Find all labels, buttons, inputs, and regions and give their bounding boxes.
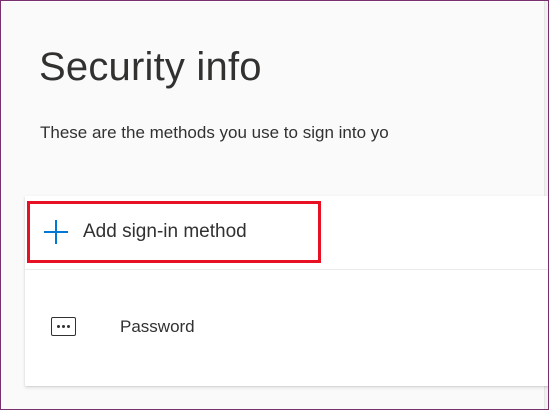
password-dot: [67, 325, 70, 328]
add-sign-in-method-button[interactable]: Add sign-in method: [27, 201, 321, 263]
password-dot: [62, 325, 65, 328]
password-method-row: Password: [25, 271, 548, 383]
card-divider: [25, 269, 548, 270]
security-info-window: Security info These are the methods you …: [0, 0, 549, 410]
add-sign-in-method-label: Add sign-in method: [83, 221, 247, 242]
password-method-label: Password: [120, 317, 195, 336]
password-dot: [57, 325, 60, 328]
page-title: Security info: [39, 45, 262, 89]
password-icon: [51, 317, 76, 336]
page-description: These are the methods you use to sign in…: [40, 123, 389, 142]
plus-icon: [44, 220, 68, 244]
